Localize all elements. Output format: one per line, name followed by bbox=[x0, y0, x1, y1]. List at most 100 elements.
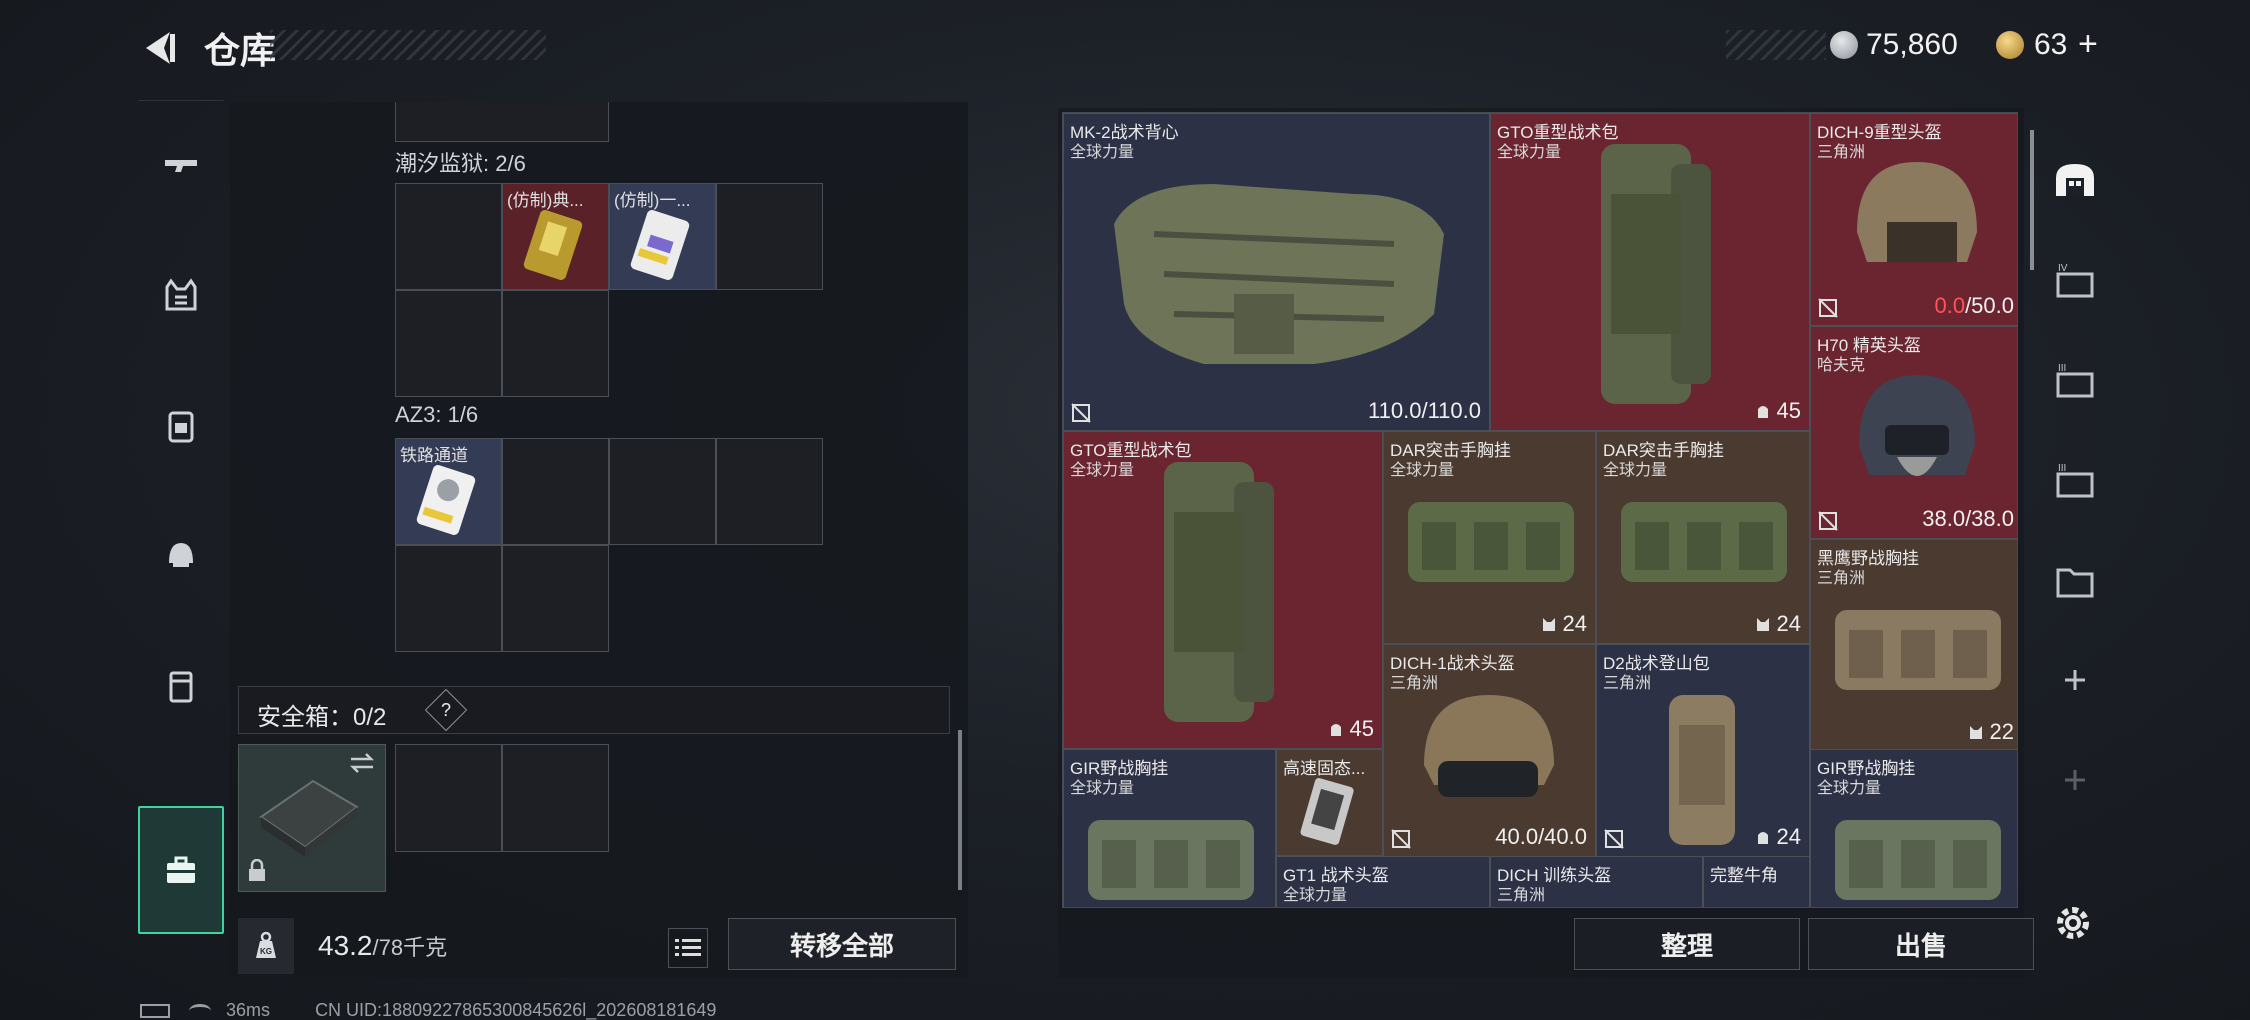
list-icon bbox=[675, 939, 701, 956]
nav-toolbox[interactable] bbox=[138, 806, 224, 934]
svg-text:III: III bbox=[2058, 463, 2066, 474]
stash-item[interactable]: DICH-1战术头盔 三角洲 40.0/40.0 bbox=[1383, 644, 1596, 857]
list-view-button[interactable] bbox=[668, 928, 708, 968]
stash-tabs: IV III III bbox=[2040, 130, 2110, 970]
grid-slot[interactable] bbox=[502, 290, 609, 397]
stash-item[interactable]: DAR突击手胸挂 全球力量 24 bbox=[1596, 431, 1810, 644]
swap-icon[interactable] bbox=[347, 751, 377, 775]
stash-item[interactable]: GIR野战胸挂 全球力量 bbox=[1063, 749, 1276, 907]
grid-slot[interactable] bbox=[502, 744, 609, 852]
vest-icon bbox=[165, 278, 197, 311]
crate-icon: IV bbox=[2056, 263, 2094, 298]
grid-slot[interactable] bbox=[395, 183, 502, 290]
category-nav bbox=[138, 100, 224, 950]
grid-slot[interactable] bbox=[716, 438, 823, 545]
tab-stash-home[interactable] bbox=[2040, 130, 2110, 230]
stash-item[interactable]: GIR野战胸挂 全球力量 bbox=[1810, 749, 2017, 907]
stash-item[interactable]: 黑鹰野战胸挂 三角洲 22 bbox=[1810, 539, 2017, 752]
nav-pouch[interactable] bbox=[138, 620, 224, 750]
safebox-label: 安全箱：0/2 bbox=[257, 704, 387, 731]
stash-item[interactable]: D2战术登山包 三角洲 24 bbox=[1596, 644, 1810, 857]
currency-primary: 75,860 bbox=[1866, 28, 1958, 61]
stash-item[interactable]: DAR突击手胸挂 全球力量 24 bbox=[1383, 431, 1596, 644]
chest-rig-image bbox=[1835, 820, 2001, 900]
grid-slot[interactable] bbox=[395, 290, 502, 397]
inventory-item[interactable]: (仿制)一... bbox=[609, 183, 716, 290]
item-label: (仿制)一... bbox=[614, 191, 691, 210]
silver-coin-icon bbox=[1830, 31, 1858, 59]
toolbox-icon bbox=[167, 856, 195, 883]
stash-item[interactable]: 高速固态... bbox=[1276, 749, 1383, 856]
stash-item[interactable]: GTO重型战术包 全球力量 45 bbox=[1490, 113, 1810, 431]
stash-item[interactable]: DICH-9重型头盔 三角洲 0.0/50.0 bbox=[1810, 113, 2017, 326]
stash-item[interactable]: GTO重型战术包 全球力量 45 bbox=[1063, 431, 1383, 749]
group-label: 潮汐监狱: 2/6 bbox=[395, 151, 526, 176]
safebox-icon bbox=[259, 779, 359, 857]
grid-slot[interactable] bbox=[502, 438, 609, 545]
add-currency-button[interactable]: + bbox=[2078, 25, 2098, 64]
add-stash-tab[interactable] bbox=[2040, 630, 2110, 730]
back-icon[interactable] bbox=[140, 28, 180, 68]
stash-item[interactable]: 完整牛角 bbox=[1703, 856, 1810, 907]
helmet-icon bbox=[169, 543, 193, 567]
grid-slot[interactable] bbox=[395, 545, 502, 652]
weight-bar: KG 43.2/78千克 转移全部 bbox=[238, 918, 968, 976]
keycard-icon bbox=[523, 210, 583, 280]
nav-gun[interactable] bbox=[138, 100, 224, 230]
tab-stash-3[interactable]: III bbox=[2040, 330, 2110, 430]
helmet-image bbox=[1857, 162, 1977, 262]
plus-icon bbox=[2065, 770, 2085, 790]
add-stash-tab-disabled bbox=[2040, 730, 2110, 830]
transfer-all-button[interactable]: 转移全部 bbox=[728, 918, 956, 970]
grid-slot[interactable] bbox=[716, 183, 823, 290]
chest-rig-image bbox=[1835, 610, 2001, 690]
gear-icon[interactable] bbox=[2050, 900, 2096, 946]
stash-item[interactable]: GT1 战术头盔 全球力量 bbox=[1276, 856, 1490, 907]
grid-slot[interactable] bbox=[502, 545, 609, 652]
ping-readout: 36ms bbox=[226, 1000, 271, 1020]
nav-helmet[interactable] bbox=[138, 490, 224, 620]
stash-item[interactable]: H70 精英头盔 哈夫克 38.0/38.0 bbox=[1810, 326, 2017, 539]
status-bar: 36ms CN UID:18809227865300845626l_202608… bbox=[140, 1000, 716, 1020]
item-label: (仿制)典... bbox=[507, 191, 584, 210]
nav-backpack[interactable] bbox=[138, 360, 224, 490]
tab-stash-1[interactable] bbox=[2040, 530, 2110, 630]
warehouse-icon bbox=[2056, 164, 2094, 196]
grid-slot[interactable] bbox=[395, 102, 609, 142]
page-title: 仓库 bbox=[204, 30, 277, 71]
backpack-image bbox=[1669, 695, 1735, 845]
capacity-icon bbox=[1757, 406, 1768, 418]
inventory-item[interactable]: (仿制)典... bbox=[502, 183, 609, 290]
helmet-image bbox=[1424, 695, 1554, 797]
grid-slot[interactable] bbox=[395, 744, 502, 852]
item-label: 铁路通道 bbox=[400, 446, 468, 465]
group-label: AZ3: 1/6 bbox=[395, 402, 479, 427]
grid-slot[interactable] bbox=[609, 438, 716, 545]
capacity-icon bbox=[1330, 724, 1341, 736]
no-repair-icon bbox=[1604, 829, 1624, 849]
no-repair-icon bbox=[1818, 298, 1838, 318]
folder-icon bbox=[2056, 568, 2094, 598]
stash-item[interactable]: DICH 训练头盔 三角洲 bbox=[1490, 856, 1703, 907]
chest-rig-image bbox=[1088, 820, 1254, 900]
weight-readout: 43.2/78千克 bbox=[318, 930, 448, 961]
scrollbar[interactable] bbox=[958, 730, 962, 890]
safebox-header: 安全箱：0/2 ? bbox=[238, 686, 950, 734]
inventory-item[interactable]: 铁路通道 bbox=[395, 438, 502, 545]
battery-icon bbox=[140, 1004, 170, 1018]
sell-button[interactable]: 出售 bbox=[1808, 918, 2034, 970]
chest-rig-image bbox=[1408, 502, 1574, 582]
stash-item[interactable]: MK-2战术背心 全球力量 110.0/110.0 bbox=[1063, 113, 1490, 431]
nav-vest[interactable] bbox=[138, 230, 224, 360]
currency-bar: 75,860 63 + bbox=[1726, 25, 2126, 64]
tab-stash-2[interactable]: III bbox=[2040, 430, 2110, 530]
safebox-slot[interactable] bbox=[238, 744, 386, 892]
sort-button[interactable]: 整理 bbox=[1574, 918, 1800, 970]
tab-stash-4[interactable]: IV bbox=[2040, 230, 2110, 330]
help-icon[interactable]: ? bbox=[424, 688, 468, 732]
backpack-icon bbox=[168, 411, 194, 443]
svg-text:KG: KG bbox=[260, 947, 272, 956]
scrollbar[interactable] bbox=[2030, 130, 2034, 270]
backpack-image bbox=[1164, 462, 1274, 722]
ssd-image bbox=[1300, 778, 1354, 845]
